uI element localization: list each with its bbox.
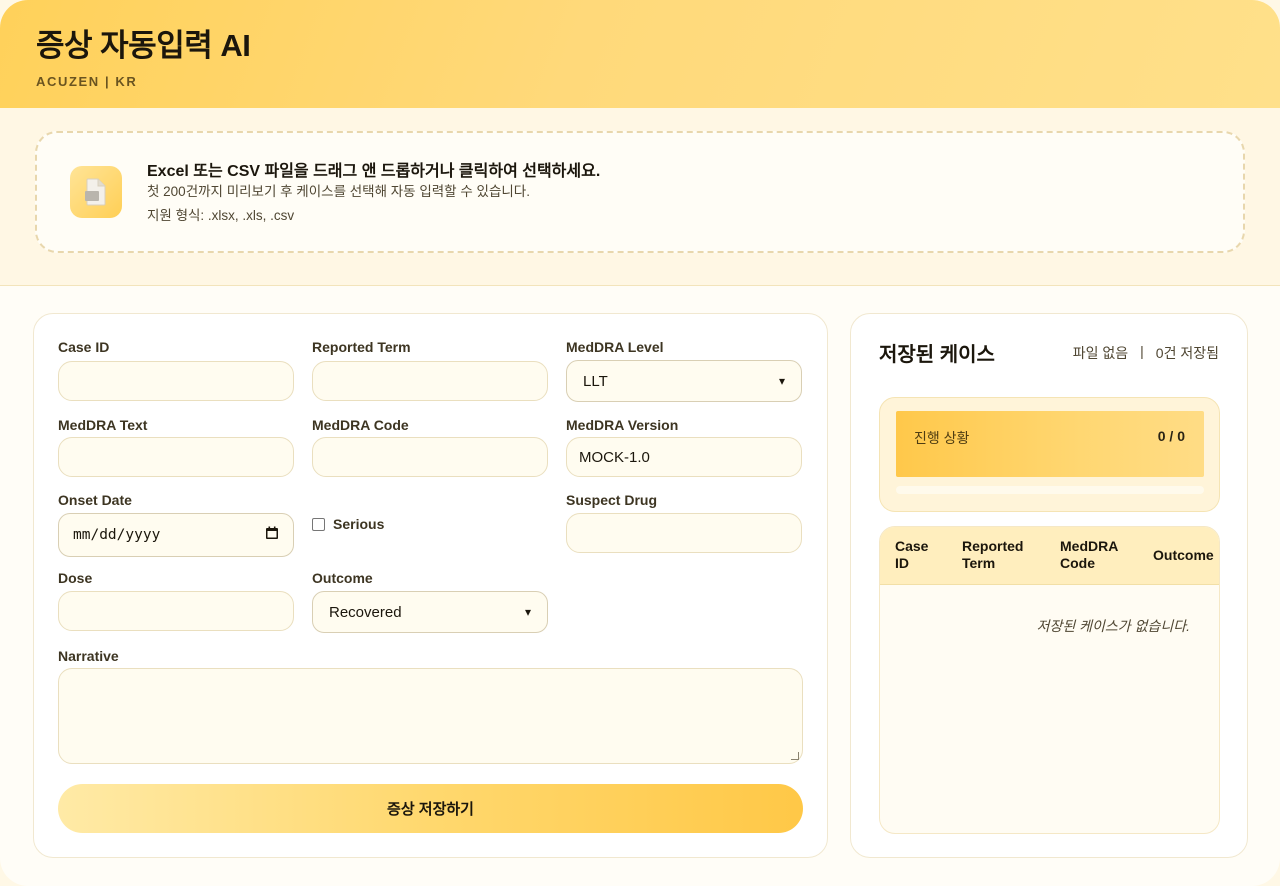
app-window: 증상 자동입력 AI ACUZEN | KR Excel 또는 CSV 파일을 … bbox=[0, 0, 1280, 886]
saved-cases-table: Case ID Reported Term MedDRA Code Outcom… bbox=[879, 526, 1220, 834]
dose-input[interactable] bbox=[58, 591, 294, 631]
header: 증상 자동입력 AI ACUZEN | KR bbox=[0, 0, 1280, 108]
column-header-outcome[interactable]: Outcome bbox=[1153, 547, 1214, 564]
meddra-level-value: LLT bbox=[583, 372, 608, 390]
save-symptom-button[interactable]: 증상 저장하기 bbox=[58, 784, 803, 833]
supported-formats: 지원 형식: .xlsx, .xls, .csv bbox=[147, 208, 295, 223]
serious-checkbox[interactable] bbox=[312, 517, 325, 531]
column-header-meddra-code[interactable]: MedDRA Code bbox=[1060, 538, 1130, 572]
resize-handle-icon[interactable] bbox=[791, 752, 799, 760]
saved-cases-panel: 저장된 케이스 파일 없음 | 0건 저장됨 진행 상황 0 / 0 Case … bbox=[850, 313, 1248, 858]
narrative-textarea[interactable] bbox=[58, 668, 803, 764]
onset-date-placeholder: mm/dd/yyyy bbox=[73, 527, 161, 543]
progress-panel: 진행 상황 0 / 0 bbox=[879, 397, 1220, 512]
meddra-level-select[interactable]: LLT ▾ bbox=[566, 360, 802, 402]
reported-term-input[interactable] bbox=[312, 361, 548, 401]
suspect-drug-label: Suspect Drug bbox=[566, 492, 658, 508]
symptom-form: Case ID Reported Term MedDRA Level LLT ▾… bbox=[33, 313, 828, 858]
dropzone-hint: 첫 200건까지 미리보기 후 케이스를 선택해 자동 입력할 수 있습니다. bbox=[147, 184, 530, 199]
outcome-label: Outcome bbox=[312, 570, 373, 586]
upload-section: Excel 또는 CSV 파일을 드래그 앤 드롭하거나 클릭하여 선택하세요.… bbox=[0, 108, 1280, 286]
page-title: 증상 자동입력 AI bbox=[36, 28, 251, 63]
column-header-case-id[interactable]: Case ID bbox=[895, 538, 945, 572]
dropzone-instruction: Excel 또는 CSV 파일을 드래그 앤 드롭하거나 클릭하여 선택하세요. bbox=[147, 163, 601, 180]
onset-date-label: Onset Date bbox=[58, 492, 132, 508]
meddra-code-input[interactable] bbox=[312, 437, 548, 477]
chevron-down-icon: ▾ bbox=[524, 605, 531, 619]
outcome-value: Recovered bbox=[329, 603, 402, 621]
case-id-input[interactable] bbox=[58, 361, 294, 401]
meddra-version-input[interactable] bbox=[566, 437, 802, 477]
meddra-code-label: MedDRA Code bbox=[312, 417, 409, 433]
saved-count: 0건 저장됨 bbox=[1155, 345, 1219, 361]
file-dropzone[interactable]: Excel 또는 CSV 파일을 드래그 앤 드롭하거나 클릭하여 선택하세요.… bbox=[35, 131, 1245, 253]
file-icon bbox=[70, 166, 122, 218]
meddra-text-label: MedDRA Text bbox=[58, 417, 148, 433]
empty-table-message: 저장된 케이스가 없습니다. bbox=[1036, 618, 1190, 634]
page-subtitle: ACUZEN | KR bbox=[36, 74, 138, 89]
meddra-version-label: MedDRA Version bbox=[566, 417, 679, 433]
suspect-drug-input[interactable] bbox=[566, 513, 802, 553]
chevron-down-icon: ▾ bbox=[778, 374, 785, 388]
meta-divider: | bbox=[1140, 343, 1144, 359]
saved-cases-meta: 파일 없음 | 0건 저장됨 bbox=[1073, 343, 1219, 363]
meddra-text-input[interactable] bbox=[58, 437, 294, 477]
file-status: 파일 없음 bbox=[1072, 345, 1129, 361]
reported-term-label: Reported Term bbox=[312, 339, 411, 355]
progress-track bbox=[896, 486, 1204, 494]
saved-cases-title: 저장된 케이스 bbox=[879, 344, 995, 366]
dose-label: Dose bbox=[58, 570, 93, 586]
progress-value: 0 / 0 bbox=[1157, 428, 1185, 444]
case-id-label: Case ID bbox=[58, 339, 110, 355]
meddra-level-label: MedDRA Level bbox=[566, 339, 664, 355]
narrative-label: Narrative bbox=[58, 648, 119, 664]
table-header: Case ID Reported Term MedDRA Code Outcom… bbox=[880, 527, 1219, 585]
calendar-icon[interactable] bbox=[265, 526, 279, 544]
onset-date-input[interactable]: mm/dd/yyyy bbox=[58, 513, 294, 557]
outcome-select[interactable]: Recovered ▾ bbox=[312, 591, 548, 633]
progress-label: 진행 상황 bbox=[914, 430, 970, 446]
serious-label: Serious bbox=[333, 516, 385, 532]
serious-toggle[interactable]: Serious bbox=[312, 516, 384, 532]
column-header-reported-term[interactable]: Reported Term bbox=[962, 538, 1042, 572]
